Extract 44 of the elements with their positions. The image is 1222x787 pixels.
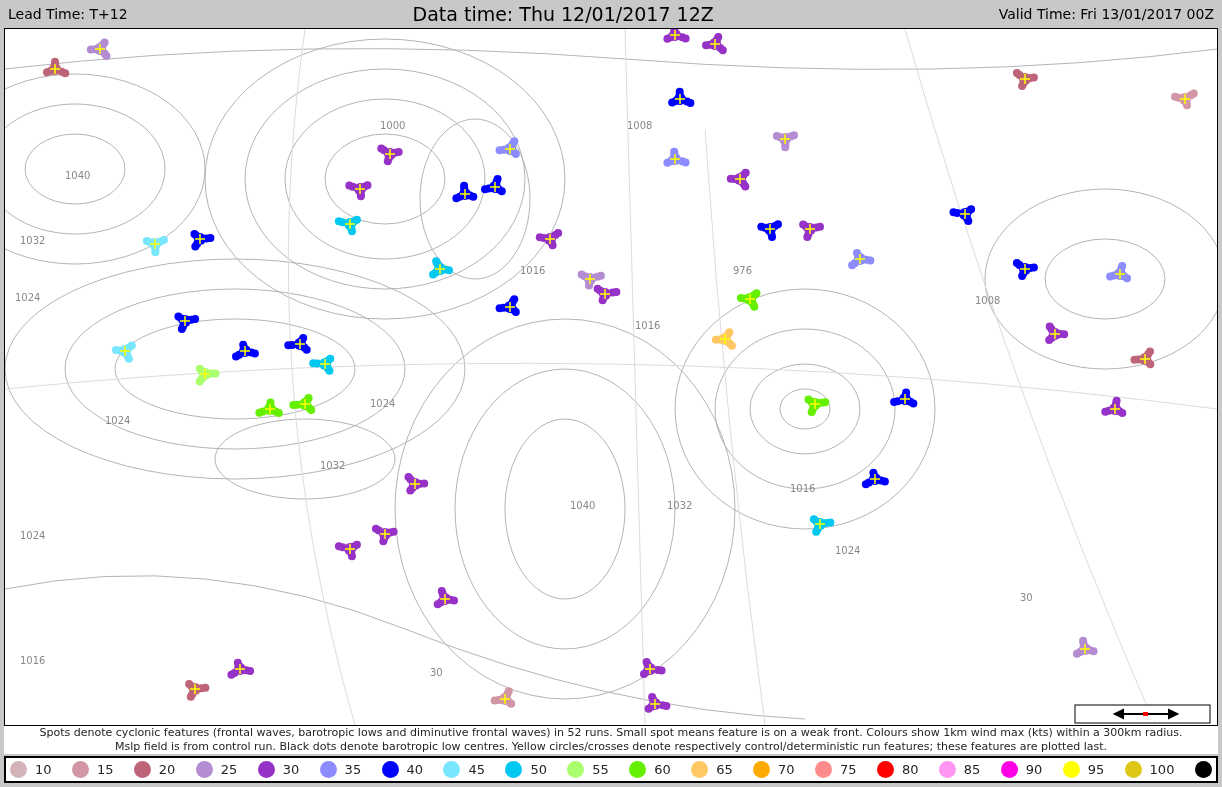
legend-label: 55 [592, 760, 609, 779]
isobar-label: 1016 [635, 320, 661, 331]
isobar-label: 976 [733, 265, 753, 276]
valid-time-label: Valid Time: Fri 13/01/2017 00Z [998, 4, 1214, 24]
isobar-label: 1016 [790, 483, 816, 494]
legend-label: 15 [96, 760, 114, 779]
legend-label: 10 [35, 760, 52, 779]
legend-label: 60 [654, 760, 671, 779]
legend-label: 25 [220, 760, 238, 779]
isobar-label: 1032 [667, 500, 693, 511]
isobar-label: 1024 [370, 398, 396, 409]
legend-label: 80 [901, 760, 919, 779]
legend-label: 35 [344, 760, 362, 779]
isobar-label: 1016 [520, 265, 546, 276]
lead-time-label: Lead Time: T+12 [8, 4, 128, 24]
isobar-label: 1024 [15, 292, 41, 303]
isobar-label: 1016 [20, 655, 46, 666]
legend-label: 50 [530, 760, 547, 779]
isobar-label: 1032 [20, 235, 46, 246]
legend-label: 90 [1025, 760, 1043, 779]
isobar-label: 1024 [20, 530, 46, 541]
isobar-label: 30 [430, 667, 443, 678]
isobar-label: 30 [1020, 592, 1033, 603]
legend-label: 20 [158, 760, 176, 779]
isobar-label: 1000 [380, 120, 406, 131]
legend-label: 75 [840, 760, 857, 779]
legend-label: 45 [468, 760, 485, 779]
isobar-label: 1032 [320, 460, 346, 471]
legend-label: 30 [282, 760, 300, 779]
caption-text: Spots denote cyclonic features (frontal waves, barotropic lows and diminutive frontal waves) in 52 runs. Small spot means feature is on a weak front. Colours show 1km wind max (kts) within a 300km radius. [38, 726, 1184, 740]
legend-label: 70 [778, 760, 795, 779]
legend-label: 65 [716, 760, 733, 779]
isobar-label: 1040 [65, 170, 91, 181]
isobar-label: 1024 [105, 415, 131, 426]
data-time-title: Data time: Thu 12/01/2017 12Z [412, 1, 714, 27]
isobar-label: 1008 [627, 120, 653, 131]
legend-label: 100 [1149, 760, 1175, 779]
isobar-label: 1040 [570, 500, 596, 511]
legend-label: 40 [406, 760, 424, 779]
isobar-label: 1008 [975, 295, 1001, 306]
caption-text: Mslp field is from control run. Black dots denote barotropic low centres. Yellow circles/crosses denote respectively control/deterministic run features; these features are plotted last. [114, 740, 1108, 754]
legend-label: 95 [1087, 760, 1105, 779]
isobar-label: 1024 [835, 545, 861, 556]
legend-label: 85 [963, 760, 981, 779]
